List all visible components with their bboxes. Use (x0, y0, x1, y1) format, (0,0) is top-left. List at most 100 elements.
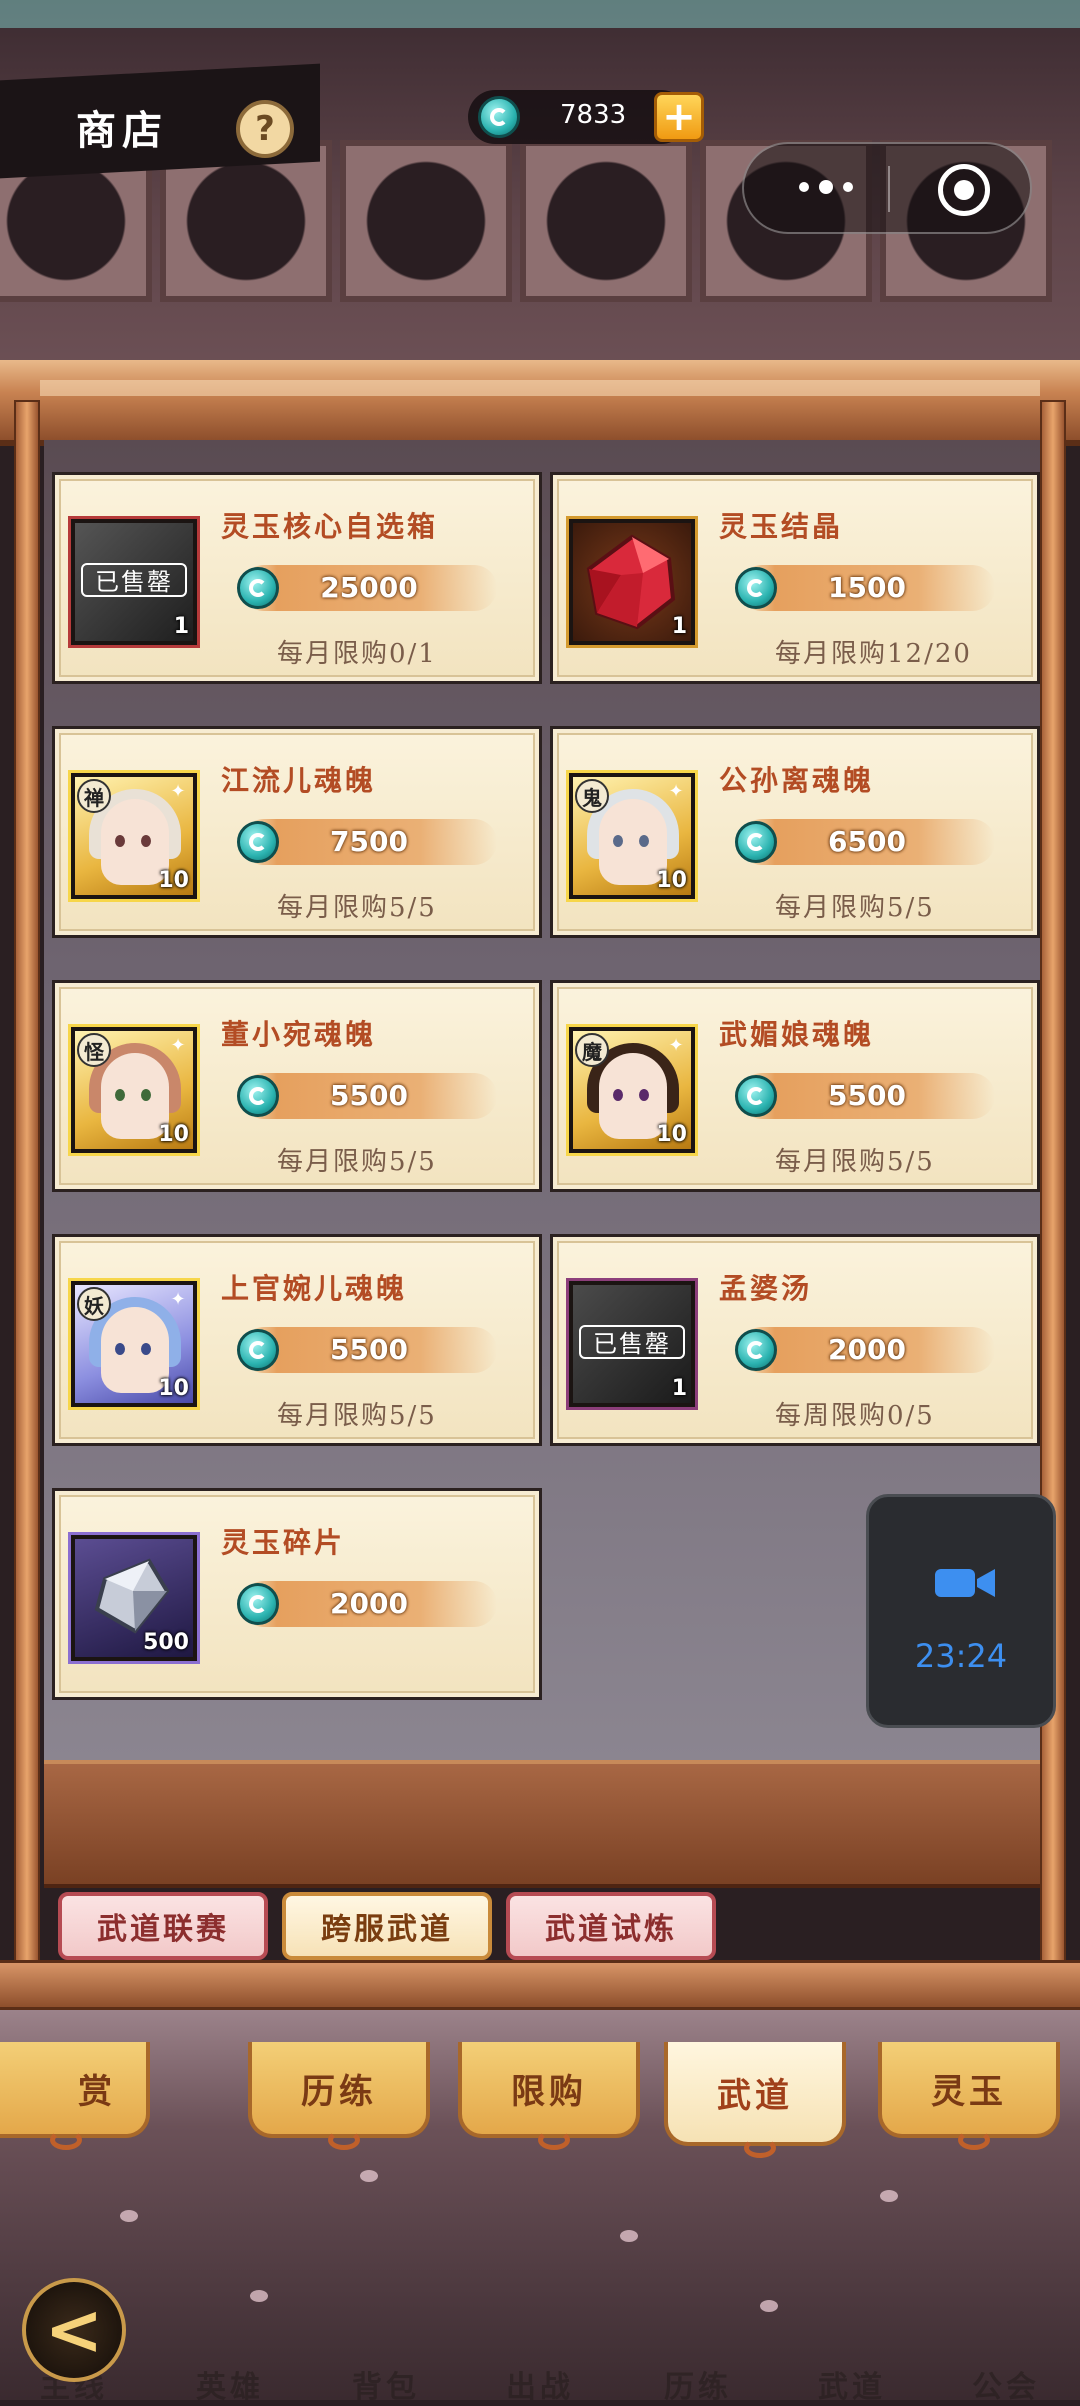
shop-item-card[interactable]: 已售罄 1 孟婆汤 2000 每周限购0/5 (550, 1234, 1040, 1446)
star-icon: ✦ (668, 781, 684, 802)
chest-icon: 已售罄 1 (71, 519, 197, 645)
item-quantity: 10 (656, 868, 687, 893)
hero-portrait-icon: 魔 ✦ 10 (569, 1027, 695, 1153)
shop-item-card[interactable]: 500 灵玉碎片 2000 (52, 1488, 542, 1700)
subtab-cross-server-wudao[interactable]: 跨服武道 (282, 1892, 492, 1960)
tab-limited[interactable]: 限购 (458, 2042, 640, 2150)
item-quantity: 10 (158, 1376, 189, 1401)
purchase-limit: 每月限购5/5 (277, 1147, 437, 1177)
item-price: 25000 (320, 571, 418, 604)
close-miniapp-icon[interactable] (938, 164, 990, 216)
shop-item-card[interactable]: 已售罄 1 灵玉核心自选箱 25000 每月限购0/1 (52, 472, 542, 684)
nav-guild[interactable]: 公会 (972, 2362, 1040, 2406)
add-currency-button[interactable]: + (654, 92, 704, 142)
more-menu-icon[interactable] (786, 172, 866, 202)
item-price: 2000 (828, 1333, 906, 1366)
status-strip (0, 0, 1080, 28)
nav-wudao[interactable]: 武道 (818, 2362, 886, 2406)
page-title: 商店 (76, 107, 168, 154)
shop-item-card[interactable]: 妖 ✦ 10 上官婉儿魂魄 5500 每月限购5/5 (52, 1234, 542, 1446)
recording-time: 23:24 (914, 1637, 1008, 1675)
shop-frame-pillar (14, 400, 40, 1990)
item-name: 武媚娘魂魄 (719, 1018, 875, 1051)
item-quantity: 10 (158, 868, 189, 893)
shop-item-card[interactable]: 魔 ✦ 10 武媚娘魂魄 5500 每月限购5/5 (550, 980, 1040, 1192)
purchase-limit: 每月限购5/5 (775, 893, 935, 923)
hero-eye (115, 1343, 125, 1355)
shop-item-card[interactable]: 1 灵玉结晶 1500 每月限购12/20 (550, 472, 1040, 684)
hero-portrait-icon: 怪 ✦ 10 (71, 1027, 197, 1153)
hero-eye (141, 1343, 151, 1355)
currency-amount: 7833 (560, 100, 627, 130)
purchase-limit: 每月限购5/5 (775, 1147, 935, 1177)
sold-out-stamp: 已售罄 (579, 1325, 685, 1359)
video-camera-icon (935, 1569, 995, 1597)
price-tag: 6500 (735, 819, 995, 865)
nav-heroes[interactable]: 英雄 (196, 2362, 264, 2406)
shop-item-card[interactable]: 怪 ✦ 10 董小宛魂魄 5500 每月限购5/5 (52, 980, 542, 1192)
item-price: 6500 (828, 825, 906, 858)
item-name: 灵玉核心自选箱 (221, 510, 439, 543)
tab-training[interactable]: 历练 (248, 2042, 430, 2150)
purchase-limit: 每周限购0/5 (775, 1401, 935, 1431)
wall-window (340, 140, 512, 302)
price-tag: 5500 (237, 1073, 497, 1119)
shop-item-card[interactable]: 禅 ✦ 10 江流儿魂魄 7500 每月限购5/5 (52, 726, 542, 938)
star-icon: ✦ (668, 1035, 684, 1056)
price-tag: 25000 (237, 565, 497, 611)
hero-eye (115, 1089, 125, 1101)
hero-eye (141, 835, 151, 847)
petal-decoration (360, 2170, 378, 2182)
nav-training[interactable]: 历练 (664, 2362, 732, 2406)
item-quantity: 500 (143, 1630, 189, 1655)
item-name: 孟婆汤 (719, 1272, 813, 1305)
shop-panel-base (44, 1760, 1040, 1888)
tab-wudao[interactable]: 武道 (664, 2042, 846, 2158)
item-name: 董小宛魂魄 (221, 1018, 377, 1051)
item-name: 灵玉结晶 (719, 510, 844, 543)
purchase-limit: 每月限购12/20 (775, 639, 972, 669)
item-price: 7500 (330, 825, 408, 858)
faction-badge: 魔 (575, 1033, 609, 1067)
item-name: 江流儿魂魄 (221, 764, 377, 797)
subtab-wudao-league[interactable]: 武道联赛 (58, 1892, 268, 1960)
item-name: 灵玉碎片 (221, 1526, 346, 1559)
hero-eye (639, 1089, 649, 1101)
subtab-wudao-trial[interactable]: 武道试炼 (506, 1892, 716, 1960)
nav-bag[interactable]: 背包 (352, 2362, 420, 2406)
wall-window (520, 140, 692, 302)
jade-coin-icon (478, 96, 520, 138)
back-button[interactable]: < (22, 2278, 126, 2382)
petal-decoration (880, 2190, 898, 2202)
item-price: 1500 (828, 571, 906, 604)
purchase-limit: 每月限购5/5 (277, 1401, 437, 1431)
item-price: 2000 (330, 1587, 408, 1620)
crystal-shard-icon: 500 (71, 1535, 197, 1661)
hero-eye (141, 1089, 151, 1101)
nav-battle[interactable]: 出战 (506, 2362, 574, 2406)
tab-reward[interactable]: 赏 (0, 2042, 150, 2150)
item-name: 上官婉儿魂魄 (221, 1272, 408, 1305)
help-button[interactable]: ? (236, 100, 294, 158)
price-tag: 5500 (735, 1073, 995, 1119)
item-price: 5500 (330, 1333, 408, 1366)
shop-item-card[interactable]: 鬼 ✦ 10 公孙离魂魄 6500 每月限购5/5 (550, 726, 1040, 938)
hero-eye (115, 835, 125, 847)
faction-badge: 鬼 (575, 779, 609, 813)
tab-lingyu[interactable]: 灵玉 (878, 2042, 1060, 2150)
soup-bowl-icon: 已售罄 1 (569, 1281, 695, 1407)
faction-badge: 妖 (77, 1287, 111, 1321)
price-tag: 1500 (735, 565, 995, 611)
price-tag: 2000 (735, 1327, 995, 1373)
faction-badge: 怪 (77, 1033, 111, 1067)
faction-badge: 禅 (77, 779, 111, 813)
capsule-divider (888, 166, 890, 212)
hero-eye (639, 835, 649, 847)
star-icon: ✦ (170, 1035, 186, 1056)
shop-frame-bottom (0, 1960, 1080, 2010)
item-quantity: 10 (158, 1122, 189, 1147)
price-tag: 7500 (237, 819, 497, 865)
petal-decoration (760, 2300, 778, 2312)
item-price: 5500 (330, 1079, 408, 1112)
screen-recording-widget[interactable]: 23:24 (866, 1494, 1056, 1728)
